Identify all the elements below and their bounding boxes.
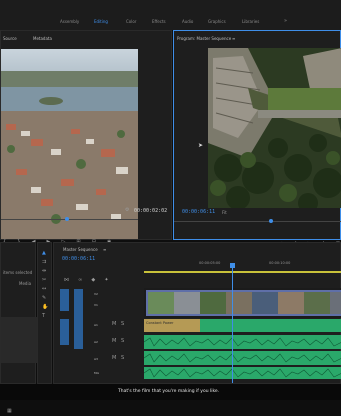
timeline-tab[interactable]: Master Sequence (63, 247, 98, 252)
subtitle-bar: That's the film that you're making if yo… (0, 384, 341, 400)
timeline-playhead-handle[interactable] (230, 263, 235, 268)
tools-panel: ▲ ⇉ ⇹ ✂ ↔ ✎ ✋ T (37, 242, 52, 384)
selection-tool-icon[interactable]: ▲ (42, 251, 48, 256)
razor-tool-icon[interactable]: ✂ (42, 278, 48, 283)
project-media-list[interactable] (1, 317, 37, 363)
program-scrubber[interactable] (174, 221, 341, 222)
video-clip-thumbnails[interactable] (144, 288, 341, 318)
marker-icon[interactable]: ◆ (91, 277, 95, 283)
solo-icon[interactable]: S (121, 339, 124, 344)
source-timecode: 00:00:02:02 (134, 208, 168, 214)
hand-tool-icon[interactable]: ✋ (42, 305, 48, 310)
program-preview-image (208, 48, 341, 208)
project-panel: items selected Media ▤ ▥ ▦ (0, 242, 37, 414)
program-playhead[interactable] (269, 219, 273, 223)
timeline-playhead[interactable] (232, 263, 233, 383)
project-media-column: Media (19, 281, 32, 286)
source-preview-image (1, 49, 138, 239)
workspace-graphics[interactable]: Graphics (208, 19, 226, 24)
track-label-v1: V1 (94, 303, 98, 307)
source-scrubber[interactable] (1, 219, 138, 220)
pen-tool-icon[interactable]: ✎ (42, 296, 48, 301)
program-monitor: Program: Master Sequence ≡ 00:00:06:11 F… (173, 30, 341, 247)
work-area-bar[interactable] (144, 271, 341, 273)
workspace-bar: Assembly Editing Color Effects Audio Gra… (0, 0, 341, 30)
slip-tool-icon[interactable]: ↔ (42, 287, 48, 292)
mouse-pointer-icon: ➤ (198, 142, 204, 149)
mute-icon[interactable]: M (112, 322, 116, 327)
program-title: Program: Master Sequence (177, 36, 232, 41)
track-label-v2: V2 (94, 292, 98, 296)
program-timecode: 00:00:06:11 (182, 209, 216, 215)
tab-metadata[interactable]: Metadata (33, 36, 52, 41)
ripple-edit-icon[interactable]: ⇹ (42, 269, 48, 274)
timeline-panel: Master Sequence ≡ 00:00:06:11 ⋈ ∞ ◆ ✦ 00… (53, 242, 341, 384)
track-label-a3: A3 (94, 357, 98, 361)
type-tool-icon[interactable]: T (42, 314, 48, 319)
more-workspaces-button[interactable]: » (284, 18, 287, 24)
ruler-tick-5s: 00:00:05:00 (199, 261, 221, 265)
subtitle-text: That's the film that you're making if yo… (118, 389, 220, 394)
source-patch-a[interactable] (60, 319, 69, 345)
panel-menu-icon[interactable]: ≡ (232, 36, 235, 41)
tool-list: ▲ ⇉ ⇹ ✂ ↔ ✎ ✋ T (42, 251, 48, 319)
timeline-settings-icon[interactable]: ✦ (104, 277, 108, 283)
workspace-color[interactable]: Color (126, 19, 136, 24)
source-panel: Source Metadata 00:00:02:02 ⚙ { } ◀ ▶ ▷ … (0, 30, 172, 245)
workspace-libraries[interactable]: Libraries (242, 19, 259, 24)
track-label-a2: A2 (94, 340, 98, 344)
workspace-assembly[interactable]: Assembly (60, 19, 79, 24)
track-label-mix: Mix (94, 371, 100, 375)
workspace-editing[interactable]: Editing (94, 19, 108, 24)
transition-clip[interactable]: Constant Power (144, 319, 200, 332)
solo-icon[interactable]: S (121, 322, 124, 327)
solo-icon[interactable]: S (121, 356, 124, 361)
workspace-audio[interactable]: Audio (182, 19, 193, 24)
track-label-a1: A1 (94, 323, 98, 327)
mute-icon[interactable]: M (112, 339, 116, 344)
program-fit-select[interactable]: Fit (222, 210, 227, 215)
linked-selection-icon[interactable]: ∞ (78, 277, 82, 283)
mute-icon[interactable]: M (112, 356, 116, 361)
workspace-effects[interactable]: Effects (152, 19, 166, 24)
ruler-tick-10s: 00:00:10:00 (269, 261, 291, 265)
source-patch-v[interactable] (60, 289, 69, 311)
panel-menu-icon[interactable]: ≡ (103, 247, 106, 252)
timeline-tools: ⋈ ∞ ◆ ✦ (64, 266, 109, 285)
project-selection-status: items selected (3, 270, 33, 275)
timeline-timecode: 00:00:06:11 (62, 256, 96, 262)
trash-icon[interactable]: ▦ (7, 408, 12, 414)
audio-waveforms[interactable] (144, 335, 341, 379)
snap-icon[interactable]: ⋈ (64, 277, 69, 283)
source-playhead[interactable] (65, 217, 69, 221)
transition-label: Constant Power (146, 321, 174, 325)
audio-clip-a1-right[interactable] (200, 319, 341, 332)
track-target-column[interactable] (74, 289, 83, 349)
tab-source[interactable]: Source (3, 36, 17, 41)
wrench-icon[interactable]: ⚙ (125, 208, 129, 213)
track-select-icon[interactable]: ⇉ (42, 260, 48, 265)
